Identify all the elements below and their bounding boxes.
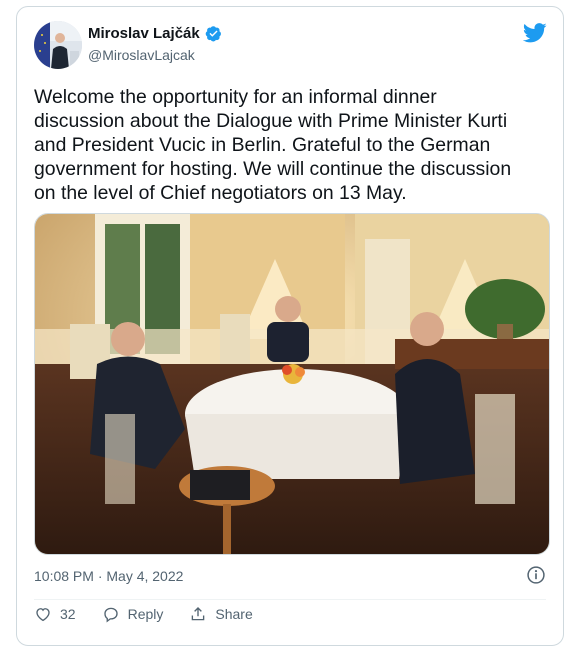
heart-icon — [36, 608, 50, 622]
display-name[interactable]: Miroslav Lajčák — [88, 25, 200, 42]
avatar[interactable] — [34, 21, 82, 69]
user-handle[interactable]: @MiroslavLajcak — [88, 47, 195, 63]
twitter-bird-icon[interactable] — [523, 23, 547, 43]
tweet-actions: 32 Reply Share — [34, 605, 279, 623]
info-icon[interactable] — [526, 565, 546, 585]
share-label: Share — [215, 606, 253, 622]
reply-label: Reply — [127, 606, 164, 622]
reply-button[interactable]: Reply — [102, 605, 164, 623]
tweet-photo[interactable] — [34, 213, 550, 555]
divider — [34, 599, 546, 600]
verified-badge-icon — [205, 26, 221, 42]
like-button[interactable]: 32 — [34, 605, 76, 623]
tweet-card: Miroslav Lajčák @MiroslavLajcak Welcome … — [16, 6, 564, 646]
share-button[interactable]: Share — [189, 605, 253, 623]
share-icon — [192, 607, 205, 621]
tweet-timestamp[interactable]: 10:08 PM · May 4, 2022 — [34, 568, 183, 584]
tweet-text: Welcome the opportunity for an informal … — [34, 86, 512, 204]
reply-bubble-icon — [103, 607, 118, 623]
like-count: 32 — [60, 606, 76, 622]
